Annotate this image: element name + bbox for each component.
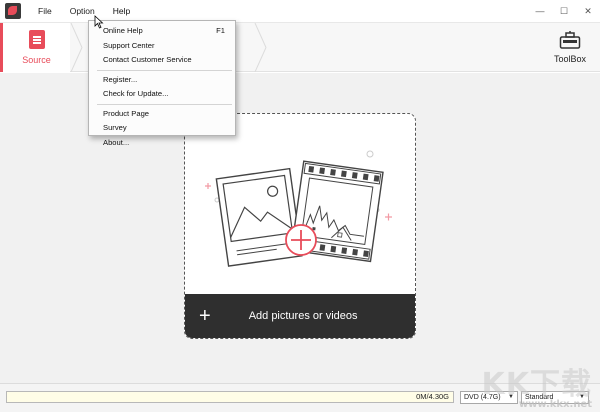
document-icon (28, 30, 45, 49)
title-bar: File Option Help — ☐ ✕ (0, 0, 600, 22)
shortcut-label: F1 (216, 26, 225, 35)
capacity-text: 0M/4.30G (416, 392, 449, 401)
disc-capacity-bar: 0M/4.30G (6, 391, 454, 403)
menu-item-support-center[interactable]: Support Center (89, 39, 235, 54)
add-media-bar[interactable]: + Add pictures or videos (185, 294, 415, 338)
mouse-cursor-icon (94, 15, 104, 29)
toolbox-label: ToolBox (553, 54, 587, 64)
window-controls: — ☐ ✕ (528, 0, 600, 22)
maximize-button[interactable]: ☐ (552, 0, 576, 22)
menu-file[interactable]: File (29, 0, 61, 22)
step-chevron-icon (70, 23, 83, 72)
menu-divider (97, 103, 232, 105)
toolbox-button[interactable]: ToolBox (548, 23, 592, 72)
add-pictures-label: Add pictures or videos (248, 310, 358, 322)
menu-item-online-help[interactable]: Online Help F1 (89, 24, 235, 39)
toolbox-icon (559, 31, 581, 49)
menu-divider (97, 69, 232, 71)
menu-help[interactable]: Help (104, 0, 139, 22)
site-watermark: KK下载 www.kkx.net (482, 370, 593, 410)
source-tab[interactable]: Source (0, 23, 70, 72)
menu-item-product-page[interactable]: Product Page (89, 107, 235, 122)
minimize-button[interactable]: — (528, 0, 552, 22)
watermark-logo-text: KK下载 (481, 367, 592, 402)
menu-item-register[interactable]: Register... (89, 73, 235, 88)
step-chevron-icon (254, 23, 267, 72)
menu-bar: File Option Help (29, 0, 139, 22)
app-logo-icon (5, 3, 21, 19)
close-button[interactable]: ✕ (576, 0, 600, 22)
menu-item-check-update[interactable]: Check for Update... (89, 87, 235, 102)
menu-item-label: Online Help (103, 26, 143, 35)
plus-icon: + (199, 305, 211, 327)
menu-item-contact-support[interactable]: Contact Customer Service (89, 53, 235, 68)
source-tab-label: Source (22, 55, 51, 65)
help-dropdown-menu: Online Help F1 Support Center Contact Cu… (88, 20, 236, 147)
menu-item-about[interactable]: About... (89, 136, 235, 151)
menu-item-survey[interactable]: Survey (89, 121, 235, 136)
